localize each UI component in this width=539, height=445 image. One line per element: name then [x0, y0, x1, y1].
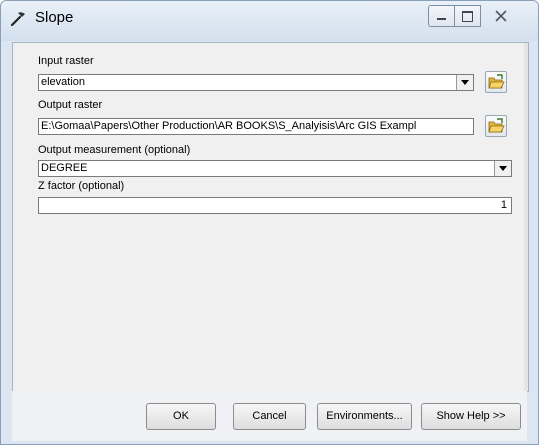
title-bar[interactable]: Slope [1, 1, 538, 41]
z-factor-label: Z factor (optional) [38, 180, 125, 192]
input-raster-value: elevation [41, 76, 86, 88]
output-measurement-value: DEGREE [41, 162, 88, 174]
ok-button[interactable]: OK [146, 403, 216, 430]
z-factor-value: 1 [500, 199, 507, 211]
output-raster-browse-button[interactable] [485, 115, 507, 137]
z-factor-input[interactable]: 1 [38, 197, 512, 214]
output-raster-label: Output raster [38, 99, 103, 111]
parameters-panel: Input raster elevation Output raster E:\… [12, 42, 529, 392]
environments-button[interactable]: Environments... [317, 403, 412, 430]
slope-dialog: Slope Input raster elevation Output rast… [0, 0, 539, 445]
close-button[interactable] [480, 5, 523, 27]
open-folder-icon [488, 118, 505, 133]
maximize-icon [462, 11, 473, 22]
input-raster-label: Input raster [38, 55, 94, 67]
output-raster-input[interactable]: E:\Gomaa\Papers\Other Production\AR BOOK… [38, 118, 474, 135]
minimize-button[interactable] [428, 5, 455, 27]
show-help-button[interactable]: Show Help >> [421, 403, 521, 430]
vertical-scrollbar[interactable] [524, 43, 528, 391]
output-raster-value: E:\Gomaa\Papers\Other Production\AR BOOK… [41, 120, 417, 132]
close-icon [495, 10, 507, 22]
output-measurement-select[interactable]: DEGREE [38, 160, 512, 177]
cancel-button[interactable]: Cancel [233, 403, 306, 430]
output-measurement-label: Output measurement (optional) [38, 144, 191, 156]
input-raster-browse-button[interactable] [485, 71, 507, 93]
window-title: Slope [35, 9, 74, 26]
slope-tool-icon [10, 12, 25, 27]
input-raster-combobox[interactable]: elevation [38, 74, 474, 91]
minimize-icon [437, 18, 446, 20]
maximize-button[interactable] [454, 5, 481, 27]
open-folder-icon [488, 74, 505, 89]
chevron-down-icon[interactable] [494, 161, 511, 176]
chevron-down-icon[interactable] [456, 75, 473, 90]
